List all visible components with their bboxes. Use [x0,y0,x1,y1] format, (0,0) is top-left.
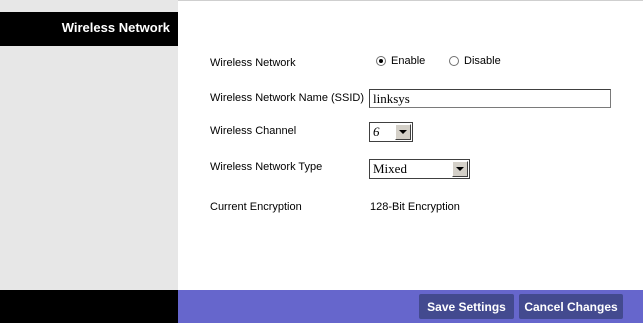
disable-radio-option[interactable]: Disable [449,55,501,67]
disable-radio[interactable] [449,56,459,66]
chevron-down-icon[interactable] [395,124,411,140]
enable-radio[interactable] [376,56,386,66]
sidebar-header: Wireless Network [0,12,178,46]
save-settings-button[interactable]: Save Settings [419,294,514,319]
channel-select[interactable]: 6 [369,122,413,142]
channel-label: Wireless Channel [210,125,297,137]
sidebar-footer [0,290,178,323]
network-type-select[interactable]: Mixed [369,159,470,179]
network-type-select-value: Mixed [373,161,407,176]
content-top-divider [178,0,643,1]
encryption-label: Current Encryption [210,201,302,213]
ssid-label: Wireless Network Name (SSID) [210,92,365,104]
sidebar-section-title: Wireless Network [61,20,170,35]
disable-radio-label: Disable [464,55,501,67]
enable-radio-option[interactable]: Enable [376,55,425,67]
sidebar [0,0,178,323]
wireless-network-label: Wireless Network [210,57,296,69]
network-type-label: Wireless Network Type [210,161,323,173]
ssid-input[interactable] [369,89,611,108]
encryption-value: 128-Bit Encryption [370,201,460,213]
chevron-down-icon[interactable] [452,161,468,177]
enable-radio-label: Enable [391,55,426,67]
cancel-changes-button[interactable]: Cancel Changes [519,294,623,319]
footer-bar: Save Settings Cancel Changes [178,290,643,323]
channel-select-value: 6 [373,124,380,139]
